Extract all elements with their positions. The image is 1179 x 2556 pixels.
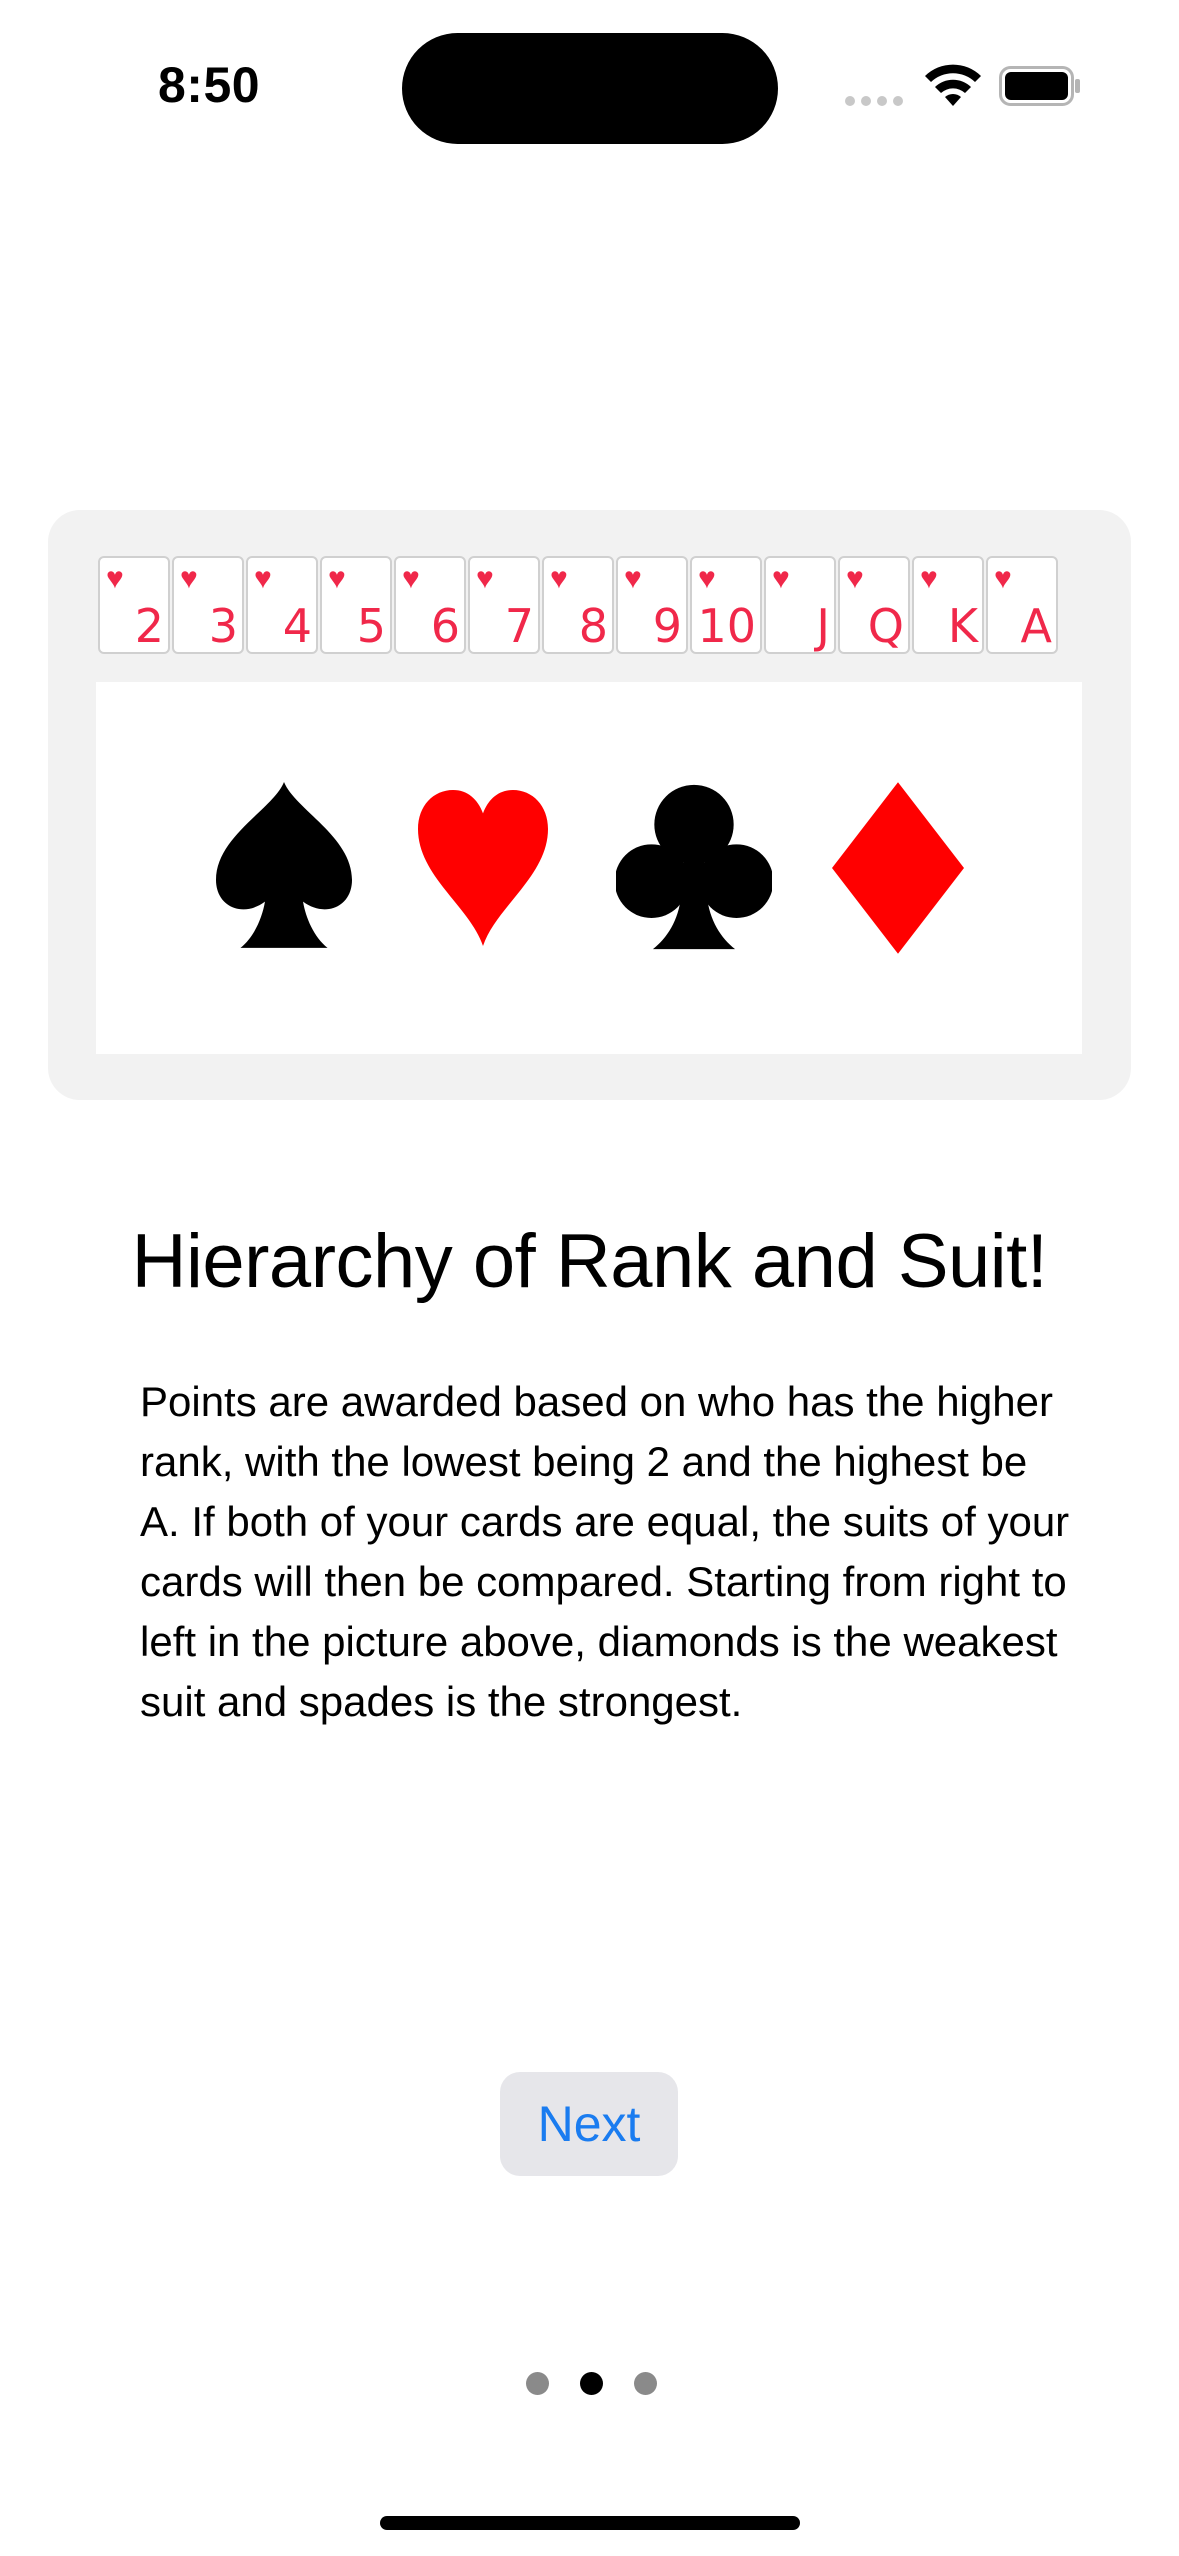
wifi-icon (925, 64, 981, 106)
description-text: Points are awarded based on who has the … (140, 1378, 1070, 1725)
card-rank: K (947, 599, 978, 653)
card-heart-icon: ♥ (550, 562, 568, 595)
rank-card: ♥ 6 (394, 556, 466, 654)
page-dot-3[interactable] (634, 2372, 657, 2395)
rank-card: ♥ 5 (320, 556, 392, 654)
card-heart-icon: ♥ (920, 562, 938, 595)
card-heart-icon: ♥ (402, 562, 420, 595)
card-rank: 2 (134, 599, 164, 653)
card-heart-icon: ♥ (846, 562, 864, 595)
spade-icon (216, 782, 352, 948)
rank-card: ♥ J (764, 556, 836, 654)
rank-card: ♥ 10 (690, 556, 762, 654)
status-time: 8:50 (158, 57, 261, 113)
card-heart-icon: ♥ (772, 562, 790, 595)
card-rank: J (816, 599, 830, 653)
rank-card-row: ♥ 2 ♥ 3 ♥ 4 ♥ 5 ♥ 6 ♥ 7 ♥ 8 ♥ 9 ♥ 10 ♥ J ♥ Q ♥ K ♥ A (98, 556, 1084, 656)
rank-card: ♥ K (912, 556, 984, 654)
card-heart-icon: ♥ (994, 562, 1012, 595)
card-rank: 5 (356, 599, 386, 653)
rank-card: ♥ 4 (246, 556, 318, 654)
card-rank: 7 (504, 599, 534, 653)
rank-card: ♥ 9 (616, 556, 688, 654)
battery-icon (999, 66, 1080, 106)
rank-card: ♥ 8 (542, 556, 614, 654)
page-dot-2[interactable] (580, 2372, 603, 2395)
dynamic-island (402, 33, 778, 144)
diamond-icon (832, 782, 964, 954)
card-heart-icon: ♥ (254, 562, 272, 595)
card-rank: Q (867, 599, 904, 653)
rank-card: ♥ Q (838, 556, 910, 654)
card-rank: 9 (652, 599, 682, 653)
rank-card: ♥ A (986, 556, 1058, 654)
card-heart-icon: ♥ (328, 562, 346, 595)
club-icon (616, 784, 772, 950)
rank-card: ♥ 2 (98, 556, 170, 654)
cellular-signal-icon (845, 96, 903, 106)
card-heart-icon: ♥ (106, 562, 124, 595)
rank-card: ♥ 7 (468, 556, 540, 654)
card-rank: 8 (578, 599, 608, 653)
card-heart-icon: ♥ (180, 562, 198, 595)
next-button[interactable]: Next (500, 2072, 678, 2176)
page-dot-1[interactable] (526, 2372, 549, 2395)
home-indicator[interactable] (380, 2516, 800, 2530)
card-heart-icon: ♥ (476, 562, 494, 595)
card-rank: 4 (282, 599, 312, 653)
card-heart-icon: ♥ (624, 562, 642, 595)
page-title: Hierarchy of Rank and Suit! (131, 1219, 1048, 1304)
heart-icon (418, 790, 548, 946)
card-rank: 3 (208, 599, 238, 653)
rank-card: ♥ 3 (172, 556, 244, 654)
card-rank: A (1020, 599, 1052, 653)
rank-and-suit-illustration: ♥ 2 ♥ 3 ♥ 4 ♥ 5 ♥ 6 ♥ 7 ♥ 8 ♥ 9 ♥ 10 ♥ J ♥ Q ♥ K ♥ A (48, 510, 1131, 1100)
card-rank: 10 (697, 599, 756, 653)
card-rank: 6 (430, 599, 460, 653)
card-heart-icon: ♥ (698, 562, 716, 595)
page-indicator[interactable] (526, 2372, 657, 2395)
suit-panel (96, 682, 1082, 1054)
